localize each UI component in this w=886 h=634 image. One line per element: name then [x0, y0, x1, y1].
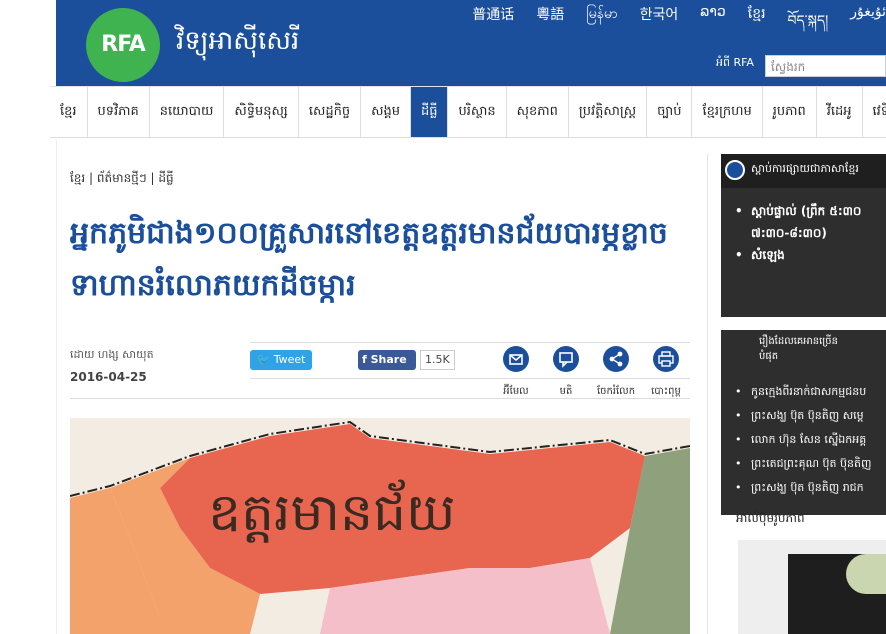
twitter-icon: 🐦	[256, 353, 274, 366]
nav-item-land[interactable]: ដីធ្លី	[410, 87, 449, 137]
most-read-list: កូនក្មេងពីរនាក់ជាសកម្មជនប ព្រះសង្ឃ ប៊ុត …	[731, 380, 886, 500]
listen-box: ស្ដាប់ការផ្សាយជាភាសាខ្មែរ ស្ដាប់ផ្ទាល់ (…	[721, 154, 886, 317]
listen-audio-link[interactable]: សំឡេង	[733, 244, 883, 266]
most-read-item[interactable]: ព្រះសង្ឃ ប៊ុត ប៊ុនតិញ សម្ដេ	[731, 404, 886, 428]
lang-link[interactable]: 한국어	[640, 4, 679, 44]
lang-link[interactable]: မြန်မာ	[586, 4, 617, 44]
article-map-image: ឧត្ដរមានជ័យ	[70, 418, 690, 634]
photo-album-thumbnail[interactable]	[738, 540, 886, 634]
email-label: អ៊ីមែល	[503, 386, 529, 397]
share-button[interactable]	[603, 346, 629, 372]
lang-link[interactable]: བོད་སྐད།	[788, 4, 829, 44]
print-icon	[658, 351, 674, 367]
share-icon	[609, 351, 623, 367]
divider	[250, 342, 690, 343]
facebook-icon: f	[362, 353, 371, 366]
article-date: 2016-04-25	[70, 370, 147, 384]
nav-item-forum[interactable]: វេទិកាអ្នក	[863, 87, 886, 137]
most-read-item[interactable]: លោក ហ៊ុន សែន ស្នើឯកអគ្គ	[731, 428, 886, 452]
nav-item-human-rights[interactable]: សិទ្ធិមនុស្ស	[224, 87, 299, 137]
print-label: បោះពុម្ព	[651, 386, 681, 397]
lang-link[interactable]: 普通话	[472, 4, 514, 44]
nav-item-environment[interactable]: បរិស្ថាន	[448, 87, 507, 137]
divider	[56, 140, 57, 634]
facebook-share-button[interactable]: f Share	[358, 350, 416, 370]
most-read-item[interactable]: កូនក្មេងពីរនាក់ជាសកម្មជនប	[731, 380, 886, 404]
divider	[70, 398, 690, 399]
site-name[interactable]: វិទ្យុអាស៊ីសេរី	[176, 24, 299, 62]
most-read-box: រឿងដែលគេអានច្រើនបំផុត កូនក្មេងពីរនាក់ជាស…	[721, 330, 886, 515]
comment-label: មតិ	[559, 386, 573, 397]
nav-item-khmer-rouge[interactable]: ខ្មែរក្រហម	[692, 87, 763, 137]
article-byline: ដោយ ហង្ស សាយុត	[70, 348, 154, 361]
page: RFA វិទ្យុអាស៊ីសេរី 普通话 粵語 မြန်မာ 한국어 ລາ…	[0, 0, 886, 634]
most-read-item[interactable]: ព្រះតេជព្រះគុណ ប៊ុត ប៊ុនតិញ	[731, 452, 886, 476]
listen-title: ស្ដាប់ការផ្សាយជាភាសាខ្មែរ	[751, 162, 859, 175]
share-count: 1.5K	[420, 350, 455, 370]
most-read-title: រឿងដែលគេអានច្រើនបំផុត	[759, 336, 838, 362]
print-button[interactable]	[653, 346, 679, 372]
nav-item-khmer[interactable]: ខ្មែរ	[50, 87, 88, 137]
divider	[250, 378, 690, 379]
rfa-logo[interactable]: RFA	[86, 8, 160, 82]
search-input[interactable]: ស្វែងរក	[765, 55, 886, 77]
nav-item-analysis[interactable]: បទវិភាគ	[88, 87, 150, 137]
nav-item-law[interactable]: ច្បាប់	[647, 87, 693, 137]
tweet-button[interactable]: 🐦 Tweet	[250, 350, 312, 370]
language-bar: 普通话 粵語 မြန်မာ 한국어 ລາວ ខ្មែរ བོད་སྐད། ئۇي…	[472, 4, 886, 44]
article-headline: អ្នកភូមិជាង១០០គ្រួសារនៅខេត្តឧត្ដរមានជ័យប…	[70, 216, 668, 303]
email-button[interactable]	[503, 346, 529, 372]
speaker-icon	[725, 160, 745, 180]
tweet-label: Tweet	[273, 353, 306, 366]
listen-live-link[interactable]: ស្ដាប់ផ្ទាល់ (ព្រឹក ៥:៣០៧:៣០-៨:៣០)	[733, 200, 883, 244]
share-label: Share	[370, 353, 407, 366]
lang-link[interactable]: ລາວ	[700, 4, 726, 44]
photo-album-title[interactable]: អាល់ប៊ុមរូបភាព	[736, 510, 805, 528]
lang-link[interactable]: 粵語	[536, 4, 564, 44]
divider	[707, 154, 708, 634]
nav-item-video[interactable]: វីដេអូ	[817, 87, 863, 137]
nav-item-economy[interactable]: សេដ្ឋកិច្ច	[299, 87, 362, 137]
nav-item-society[interactable]: សង្គម	[361, 87, 411, 137]
lang-link[interactable]: ئۇيغۇر	[850, 4, 886, 44]
comment-icon	[559, 352, 573, 368]
nav-item-politics[interactable]: នយោបាយ	[150, 87, 225, 137]
nav-item-history[interactable]: ប្រវត្តិសាស្ត្រ	[569, 87, 648, 137]
about-rfa-link[interactable]: អំពី RFA	[716, 56, 754, 72]
nav-item-photos[interactable]: រូបភាព	[763, 87, 817, 137]
comment-button[interactable]	[553, 346, 579, 372]
photo-flowers	[846, 554, 886, 594]
nav-item-health[interactable]: សុខភាព	[507, 87, 569, 137]
share-tool-label: ចែករំលែក	[596, 386, 636, 397]
email-icon	[509, 354, 523, 365]
breadcrumb[interactable]: ខ្មែរ | ព័ត៌មានថ្មីៗ | ដីធ្លី	[70, 170, 174, 188]
main-nav: ខ្មែរ បទវិភាគ នយោបាយ សិទ្ធិមនុស្ស សេដ្ឋក…	[50, 86, 886, 138]
most-read-item[interactable]: ព្រះសង្ឃ ប៊ុត ប៊ុនតិញ រាជក	[731, 476, 886, 500]
lang-link[interactable]: ខ្មែរ	[748, 4, 766, 44]
site-header: RFA វិទ្យុអាស៊ីសេរី 普通话 粵語 မြန်မာ 한국어 ລາ…	[56, 0, 886, 86]
map-label: ឧត្ដរមានជ័យ	[208, 483, 456, 543]
listen-header: ស្ដាប់ការផ្សាយជាភាសាខ្មែរ	[721, 154, 886, 188]
listen-list: ស្ដាប់ផ្ទាល់ (ព្រឹក ៥:៣០៧:៣០-៨:៣០) សំឡេង	[733, 200, 883, 266]
